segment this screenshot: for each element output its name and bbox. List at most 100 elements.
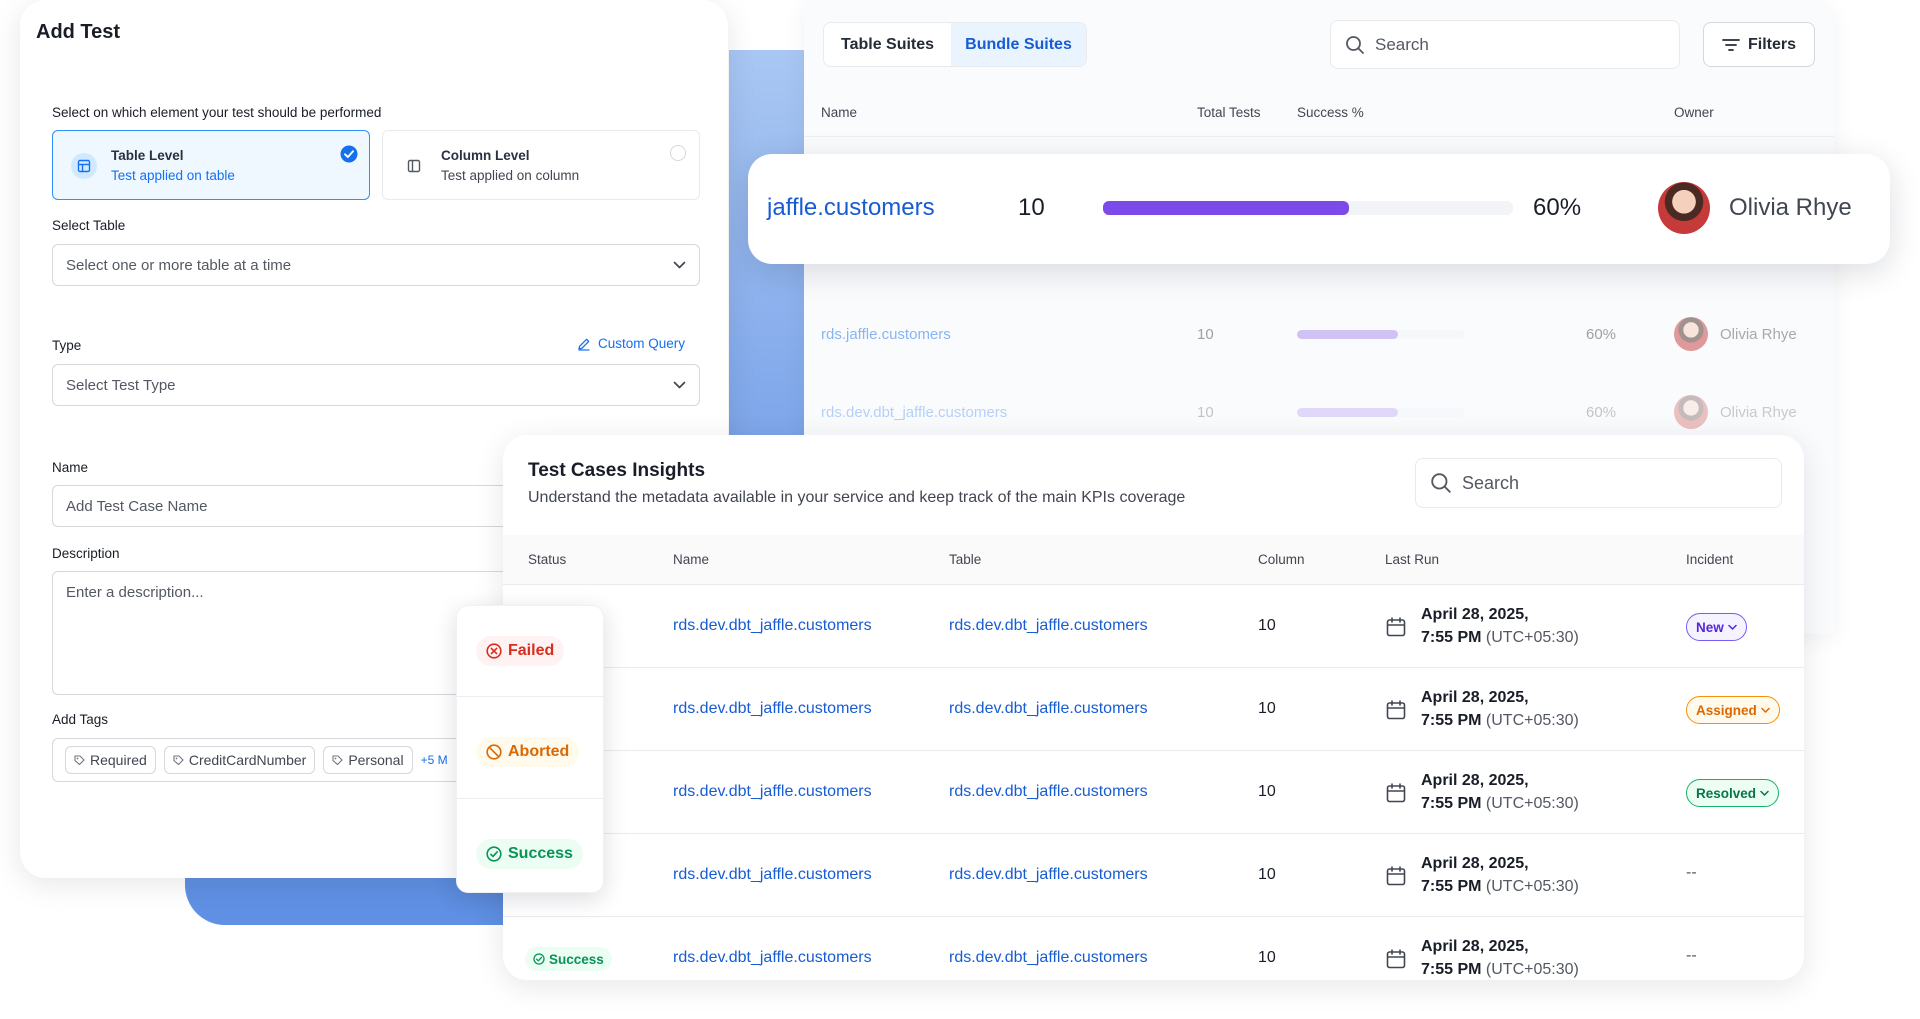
tag-item[interactable]: Required — [65, 746, 156, 774]
calendar-icon — [1385, 948, 1407, 970]
suite-row[interactable]: rds.jaffle.customers 10 60% Olivia Rhye — [804, 300, 1834, 370]
avatar — [1674, 317, 1708, 351]
chevron-down-icon — [1760, 790, 1769, 797]
insights-search[interactable]: Search — [1415, 458, 1782, 508]
level-subtitle: Test applied on table — [111, 168, 235, 183]
chevron-down-icon — [1761, 707, 1770, 714]
last-run: April 28, 2025, 7:55 PM (UTC+05:30) — [1421, 935, 1579, 980]
test-name-link[interactable]: rds.dev.dbt_jaffle.customers — [673, 617, 872, 635]
incident-status-dropdown[interactable]: New — [1686, 613, 1747, 641]
col-name: Name — [673, 552, 710, 567]
description-textarea[interactable]: Enter a description... — [52, 571, 512, 695]
select-table-dropdown[interactable]: Select one or more table at a time — [52, 244, 700, 286]
status-option-failed[interactable]: Failed — [476, 636, 565, 666]
success-bar — [1103, 201, 1513, 215]
status-menu: Failed Aborted Success — [456, 605, 605, 893]
tag-icon — [332, 754, 344, 766]
check-circle-icon — [486, 846, 502, 862]
highlighted-suite-row[interactable]: jaffle.customers 10 60% Olivia Rhye — [748, 154, 1890, 264]
test-name-link[interactable]: rds.dev.dbt_jaffle.customers — [673, 700, 872, 718]
col-name: Name — [821, 105, 858, 120]
avatar — [1658, 182, 1710, 234]
check-circle-icon — [533, 953, 545, 965]
suite-total: 10 — [1197, 326, 1214, 343]
table-link[interactable]: rds.dev.dbt_jaffle.customers — [949, 866, 1148, 884]
insights-search-placeholder: Search — [1462, 472, 1520, 493]
last-run: April 28, 2025, 7:55 PM (UTC+05:30) — [1421, 686, 1579, 732]
name-label: Name — [52, 460, 89, 475]
last-run-date: April 28, 2025, — [1421, 855, 1529, 872]
success-bar-fill — [1103, 201, 1349, 215]
chevron-down-icon — [673, 380, 686, 390]
tab-bundle-suites[interactable]: Bundle Suites — [951, 23, 1086, 66]
chevron-down-icon — [1728, 624, 1737, 631]
column-level-option[interactable]: Column Level Test applied on column — [382, 130, 700, 200]
table-row[interactable]: rds.dev.dbt_jaffle.customers rds.dev.dbt… — [503, 834, 1804, 917]
test-name-link[interactable]: rds.dev.dbt_jaffle.customers — [673, 949, 872, 967]
suite-success: 60% — [1586, 404, 1617, 421]
last-run-time: 7:55 PM — [1421, 961, 1482, 978]
divider — [457, 696, 605, 697]
suite-name[interactable]: rds.dev.dbt_jaffle.customers — [821, 404, 1007, 421]
last-run-tz: (UTC+05:30) — [1485, 878, 1579, 895]
column-count: 10 — [1258, 783, 1276, 800]
radio-unchecked-icon[interactable] — [670, 145, 686, 161]
test-name-link[interactable]: rds.dev.dbt_jaffle.customers — [673, 866, 872, 884]
table-link[interactable]: rds.dev.dbt_jaffle.customers — [949, 700, 1148, 718]
incident-status-dropdown[interactable]: Resolved — [1686, 779, 1780, 807]
tab-table-suites[interactable]: Table Suites — [824, 23, 951, 66]
suite-name[interactable]: rds.jaffle.customers — [821, 326, 951, 343]
level-subtitle: Test applied on column — [441, 168, 580, 183]
incident-status-dropdown[interactable]: Assigned — [1686, 696, 1780, 724]
status-option-label: Aborted — [508, 743, 570, 760]
status-option-aborted[interactable]: Aborted — [476, 737, 580, 767]
col-total-tests: Total Tests — [1197, 105, 1261, 120]
calendar-icon — [1385, 782, 1407, 804]
insights-table-header: Status Name Table Column Last Run Incide… — [503, 535, 1804, 585]
tag-item[interactable]: Personal — [323, 746, 413, 774]
avatar — [1674, 395, 1708, 429]
tag-label: Required — [90, 752, 147, 768]
last-run-time: 7:55 PM — [1421, 878, 1482, 895]
last-run-date: April 28, 2025, — [1421, 689, 1529, 706]
test-name-link[interactable]: rds.dev.dbt_jaffle.customers — [673, 783, 872, 801]
table-row[interactable]: rds.dev.dbt_jaffle.customers rds.dev.dbt… — [503, 751, 1804, 834]
suites-search[interactable]: Search — [1330, 20, 1680, 69]
suite-owner: Olivia Rhye — [1729, 194, 1852, 221]
table-level-option[interactable]: Table Level Test applied on table — [52, 130, 370, 200]
suite-name[interactable]: jaffle.customers — [767, 194, 935, 222]
table-link[interactable]: rds.dev.dbt_jaffle.customers — [949, 617, 1148, 635]
test-name-input[interactable]: Add Test Case Name — [52, 485, 512, 527]
filter-icon — [1722, 38, 1740, 52]
status-option-success[interactable]: Success — [476, 839, 583, 869]
status-option-label: Failed — [508, 642, 555, 659]
search-icon — [1430, 472, 1452, 494]
table-row[interactable]: rds.dev.dbt_jaffle.customers rds.dev.dbt… — [503, 668, 1804, 751]
test-type-dropdown[interactable]: Select Test Type — [52, 364, 700, 406]
select-table-placeholder: Select one or more table at a time — [66, 257, 292, 274]
incident-label: Assigned — [1696, 702, 1757, 718]
filters-button[interactable]: Filters — [1703, 22, 1815, 67]
chevron-down-icon — [673, 260, 686, 270]
table-link[interactable]: rds.dev.dbt_jaffle.customers — [949, 949, 1148, 967]
col-owner: Owner — [1674, 105, 1714, 120]
tag-label: Personal — [348, 752, 404, 768]
column-count: 10 — [1258, 949, 1276, 966]
table-row[interactable]: Success rds.dev.dbt_jaffle.customers rds… — [503, 917, 1804, 980]
success-bar — [1297, 330, 1465, 339]
table-link[interactable]: rds.dev.dbt_jaffle.customers — [949, 783, 1148, 801]
column-count: 10 — [1258, 617, 1276, 634]
suite-total: 10 — [1018, 194, 1045, 221]
insights-title: Test Cases Insights — [528, 460, 706, 481]
table-row[interactable]: rds.dev.dbt_jaffle.customers rds.dev.dbt… — [503, 585, 1804, 668]
tag-icon — [173, 754, 184, 766]
success-bar-fill — [1297, 408, 1398, 417]
last-run: April 28, 2025, 7:55 PM (UTC+05:30) — [1421, 852, 1579, 898]
table-icon — [71, 153, 97, 179]
tag-item[interactable]: CreditCardNumber — [163, 746, 316, 774]
more-tags-link[interactable]: +5 M — [421, 746, 448, 774]
custom-query-label: Custom Query — [598, 336, 686, 351]
tags-input[interactable]: Required CreditCardNumber Personal +5 M — [52, 738, 512, 782]
custom-query-link[interactable]: Custom Query — [577, 336, 685, 351]
status-badge: Success — [525, 947, 612, 971]
